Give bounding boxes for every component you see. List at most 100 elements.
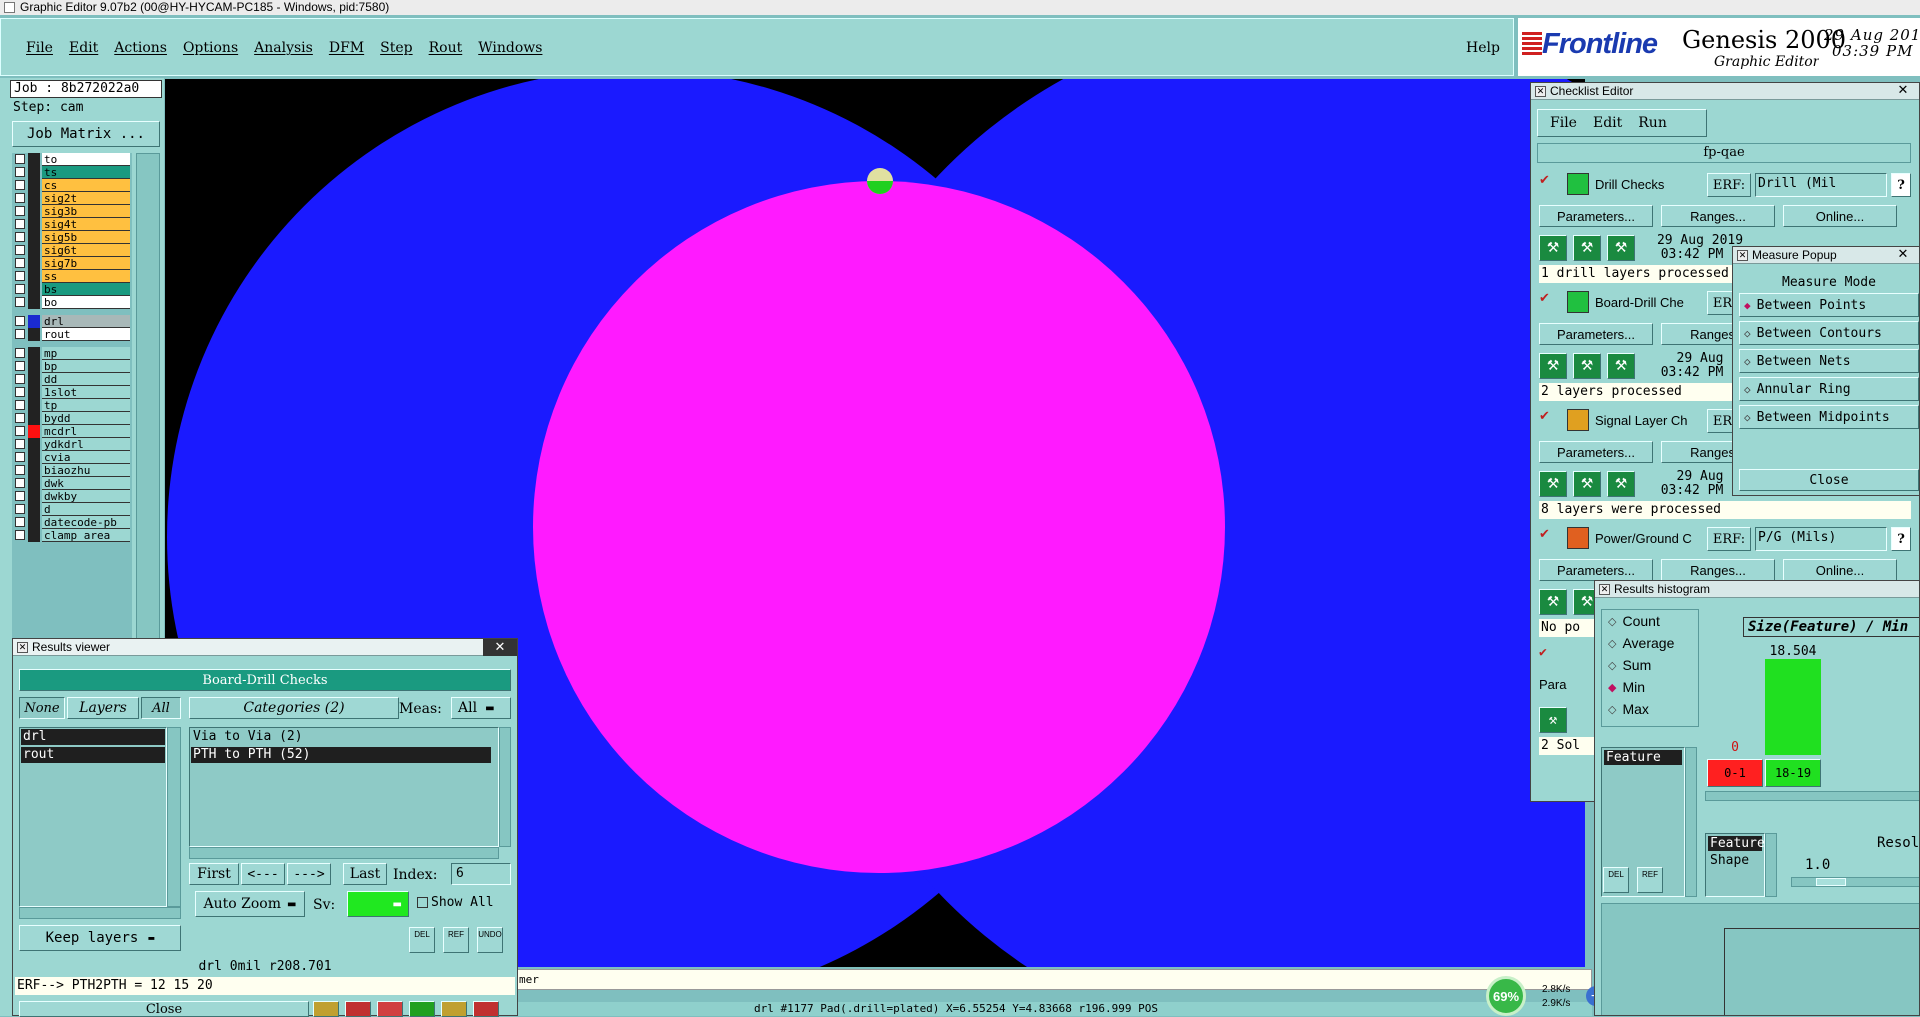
layer-name[interactable]: sig3b [42,205,130,218]
tab-none[interactable]: None [19,697,65,719]
next-button[interactable]: ---> [287,863,331,885]
layer-checkbox[interactable] [15,530,25,540]
layer-name[interactable]: bp [42,360,130,373]
results-viewer-close-icon[interactable]: ✕ [483,639,517,656]
run-action-icon[interactable]: ⚒ [1539,707,1567,733]
layer-row[interactable]: bo [12,296,132,309]
layer-checkbox[interactable] [15,271,25,281]
tab-layers[interactable]: Layers [67,697,139,719]
layer-row[interactable]: bp [12,360,132,373]
histogram-del-icon[interactable]: DEL [1603,867,1629,893]
histogram-option-max[interactable]: ◇ Max [1602,698,1698,720]
check-enable-checkbox[interactable]: ✔ [1539,174,1553,189]
layer-checkbox[interactable] [15,504,25,514]
layer-row[interactable]: drl [12,315,132,328]
layer-checkbox[interactable] [15,284,25,294]
layer-checkbox[interactable] [15,439,25,449]
job-matrix-button[interactable]: Job Matrix ... [12,121,160,147]
meas-select[interactable]: All ▬ [451,697,511,719]
layer-checkbox[interactable] [15,167,25,177]
layer-row[interactable]: rout [12,328,132,341]
menu-windows[interactable]: Windows [470,38,550,58]
layer-row[interactable]: cvia [12,451,132,464]
last-button[interactable]: Last [343,863,387,885]
layer-row[interactable]: sig6t [12,244,132,257]
layer-row[interactable]: sig4t [12,218,132,231]
histogram-bin-label-1[interactable]: 18-19 [1765,759,1821,787]
layer-name[interactable]: rout [42,328,130,341]
layer-row[interactable]: clamp_area [12,529,132,542]
layer-row[interactable]: sig5b [12,231,132,244]
layer-name[interactable]: dd [42,373,130,386]
tab-all[interactable]: All [141,697,181,719]
histogram-option-min[interactable]: ◆ Min [1602,676,1698,698]
menu-dfm[interactable]: DFM [321,38,372,58]
measure-option-between-points[interactable]: ◆ Between Points [1739,293,1919,317]
run-action-icon[interactable]: ⚒ [1607,353,1635,379]
layer-name[interactable]: sig6t [42,244,130,257]
layer-name[interactable]: sig7b [42,257,130,270]
ranges-button[interactable]: Ranges... [1661,205,1775,227]
ref-icon[interactable]: REF [443,927,469,953]
layer-checkbox[interactable] [15,491,25,501]
layer-checkbox[interactable] [15,193,25,203]
layer-row[interactable]: bydd [12,412,132,425]
measure-option-between-nets[interactable]: ◇ Between Nets [1739,349,1919,373]
layer-row[interactable]: 1slot [12,386,132,399]
layer-listbox-scrollbar[interactable] [167,727,181,907]
layer-row[interactable]: tp [12,399,132,412]
menu-edit[interactable]: Edit [61,38,106,58]
layer-name[interactable]: clamp_area [42,529,130,542]
layer-checkbox[interactable] [15,297,25,307]
layer-row[interactable]: ts [12,166,132,179]
layer-checkbox[interactable] [15,219,25,229]
category-list-item[interactable]: PTH to PTH (52) [191,747,491,763]
layer-row[interactable]: bs [12,283,132,296]
layer-list-item[interactable]: drl [21,729,165,745]
layer-checkbox[interactable] [15,517,25,527]
del-icon[interactable]: DEL [409,927,435,953]
layer-checkbox[interactable] [15,154,25,164]
histogram-right-item-shape[interactable]: Shape [1708,853,1762,868]
category-listbox-hscroll[interactable] [189,847,499,859]
checklist-close-icon[interactable]: ✕ [1893,83,1913,100]
layer-name[interactable]: sig2t [42,192,130,205]
histogram-option-sum[interactable]: ◇ Sum [1602,654,1698,676]
check-enable-checkbox[interactable]: ✔ [1539,410,1553,425]
resolution-slider-handle[interactable] [1816,878,1846,886]
layer-name[interactable]: to [42,153,130,166]
layer-checkbox[interactable] [15,426,25,436]
measure-popup-close-icon[interactable]: ✕ [1893,247,1913,264]
run-action-icon[interactable]: ⚒ [1539,235,1567,261]
menu-options[interactable]: Options [175,38,246,58]
layer-checkbox[interactable] [15,452,25,462]
parameters-button[interactable]: Parameters... [1539,323,1653,345]
histogram-option-average[interactable]: ◇ Average [1602,632,1698,654]
parameters-button[interactable]: Parameters... [1539,205,1653,227]
layer-checkbox[interactable] [15,387,25,397]
run-action-icon[interactable]: ⚒ [1607,471,1635,497]
layer-name[interactable]: mcdrl [42,425,130,438]
toolbar-icon-3[interactable] [377,1001,403,1017]
check-name[interactable]: Signal Layer Ch [1595,413,1699,428]
layer-checkbox[interactable] [15,232,25,242]
layer-row[interactable]: d [12,503,132,516]
histogram-right-scrollbar[interactable] [1765,833,1777,897]
parameters-button[interactable]: Parameters... [1539,441,1653,463]
prev-button[interactable]: <--- [241,863,285,885]
run-action-icon[interactable]: ⚒ [1573,353,1601,379]
categories-header[interactable]: Categories (2) [189,697,399,719]
layer-row[interactable]: cs [12,179,132,192]
category-listbox-scrollbar[interactable] [499,727,511,847]
layer-name[interactable]: bs [42,283,130,296]
run-action-icon[interactable]: ⚒ [1607,235,1635,261]
layer-checkbox[interactable] [15,206,25,216]
check-name[interactable]: Drill Checks [1595,177,1699,192]
layer-checkbox[interactable] [15,245,25,255]
layer-name[interactable]: dwkby [42,490,130,503]
layer-checkbox[interactable] [15,478,25,488]
histogram-ref-icon[interactable]: REF [1637,867,1663,893]
layer-row[interactable]: to [12,153,132,166]
layer-name[interactable]: bo [42,296,130,309]
show-all-checkbox[interactable] [417,897,428,908]
